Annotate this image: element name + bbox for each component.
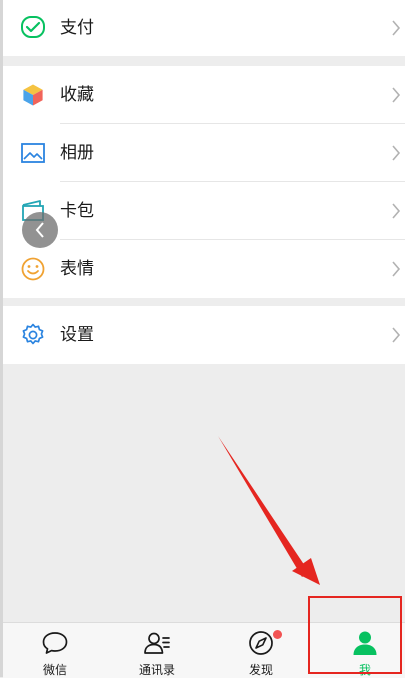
tab-discover[interactable]: 发现 [211, 623, 311, 678]
favorites-icon [22, 83, 44, 107]
chevron-right-icon [392, 203, 401, 219]
annotation-highlight-box [308, 596, 402, 674]
menu-item-settings[interactable]: 设置 [3, 306, 405, 364]
gear-icon [22, 323, 44, 345]
menu-item-pay[interactable]: 支付 [3, 0, 405, 56]
contacts-icon [144, 632, 170, 654]
menu-group-main: 收藏 相册 卡包 表情 [3, 66, 405, 298]
chevron-left-icon [35, 222, 44, 238]
menu-label-album: 相册 [60, 143, 94, 163]
menu-item-favorites[interactable]: 收藏 [3, 66, 405, 124]
sticker-icon [21, 257, 45, 281]
chevron-right-icon [392, 20, 401, 36]
floating-back-button[interactable] [22, 212, 58, 248]
menu-label-stickers: 表情 [60, 259, 94, 279]
discover-badge-dot [273, 630, 282, 639]
tab-label-chats: 微信 [42, 663, 67, 677]
menu-item-album[interactable]: 相册 [3, 124, 405, 182]
album-icon [21, 143, 45, 163]
menu-group-settings: 设置 [3, 306, 405, 364]
menu-label-cards: 卡包 [60, 201, 94, 221]
menu-label-settings: 设置 [60, 325, 94, 345]
chevron-right-icon [392, 327, 401, 343]
menu-label-pay: 支付 [60, 18, 94, 38]
compass-icon [249, 631, 273, 655]
chevron-right-icon [392, 261, 401, 277]
chevron-right-icon [392, 87, 401, 103]
menu-item-stickers[interactable]: 表情 [3, 240, 405, 298]
pay-icon [21, 16, 45, 38]
tab-label-discover: 发现 [248, 663, 273, 677]
tab-contacts[interactable]: 通讯录 [107, 623, 207, 678]
menu-item-cards[interactable]: 卡包 [3, 182, 405, 240]
menu-group-pay: 支付 [3, 0, 405, 56]
chat-icon [42, 632, 68, 654]
tab-chats[interactable]: 微信 [5, 623, 105, 678]
tab-label-contacts: 通讯录 [138, 663, 175, 677]
chevron-right-icon [392, 145, 401, 161]
menu-label-favorites: 收藏 [60, 85, 94, 105]
